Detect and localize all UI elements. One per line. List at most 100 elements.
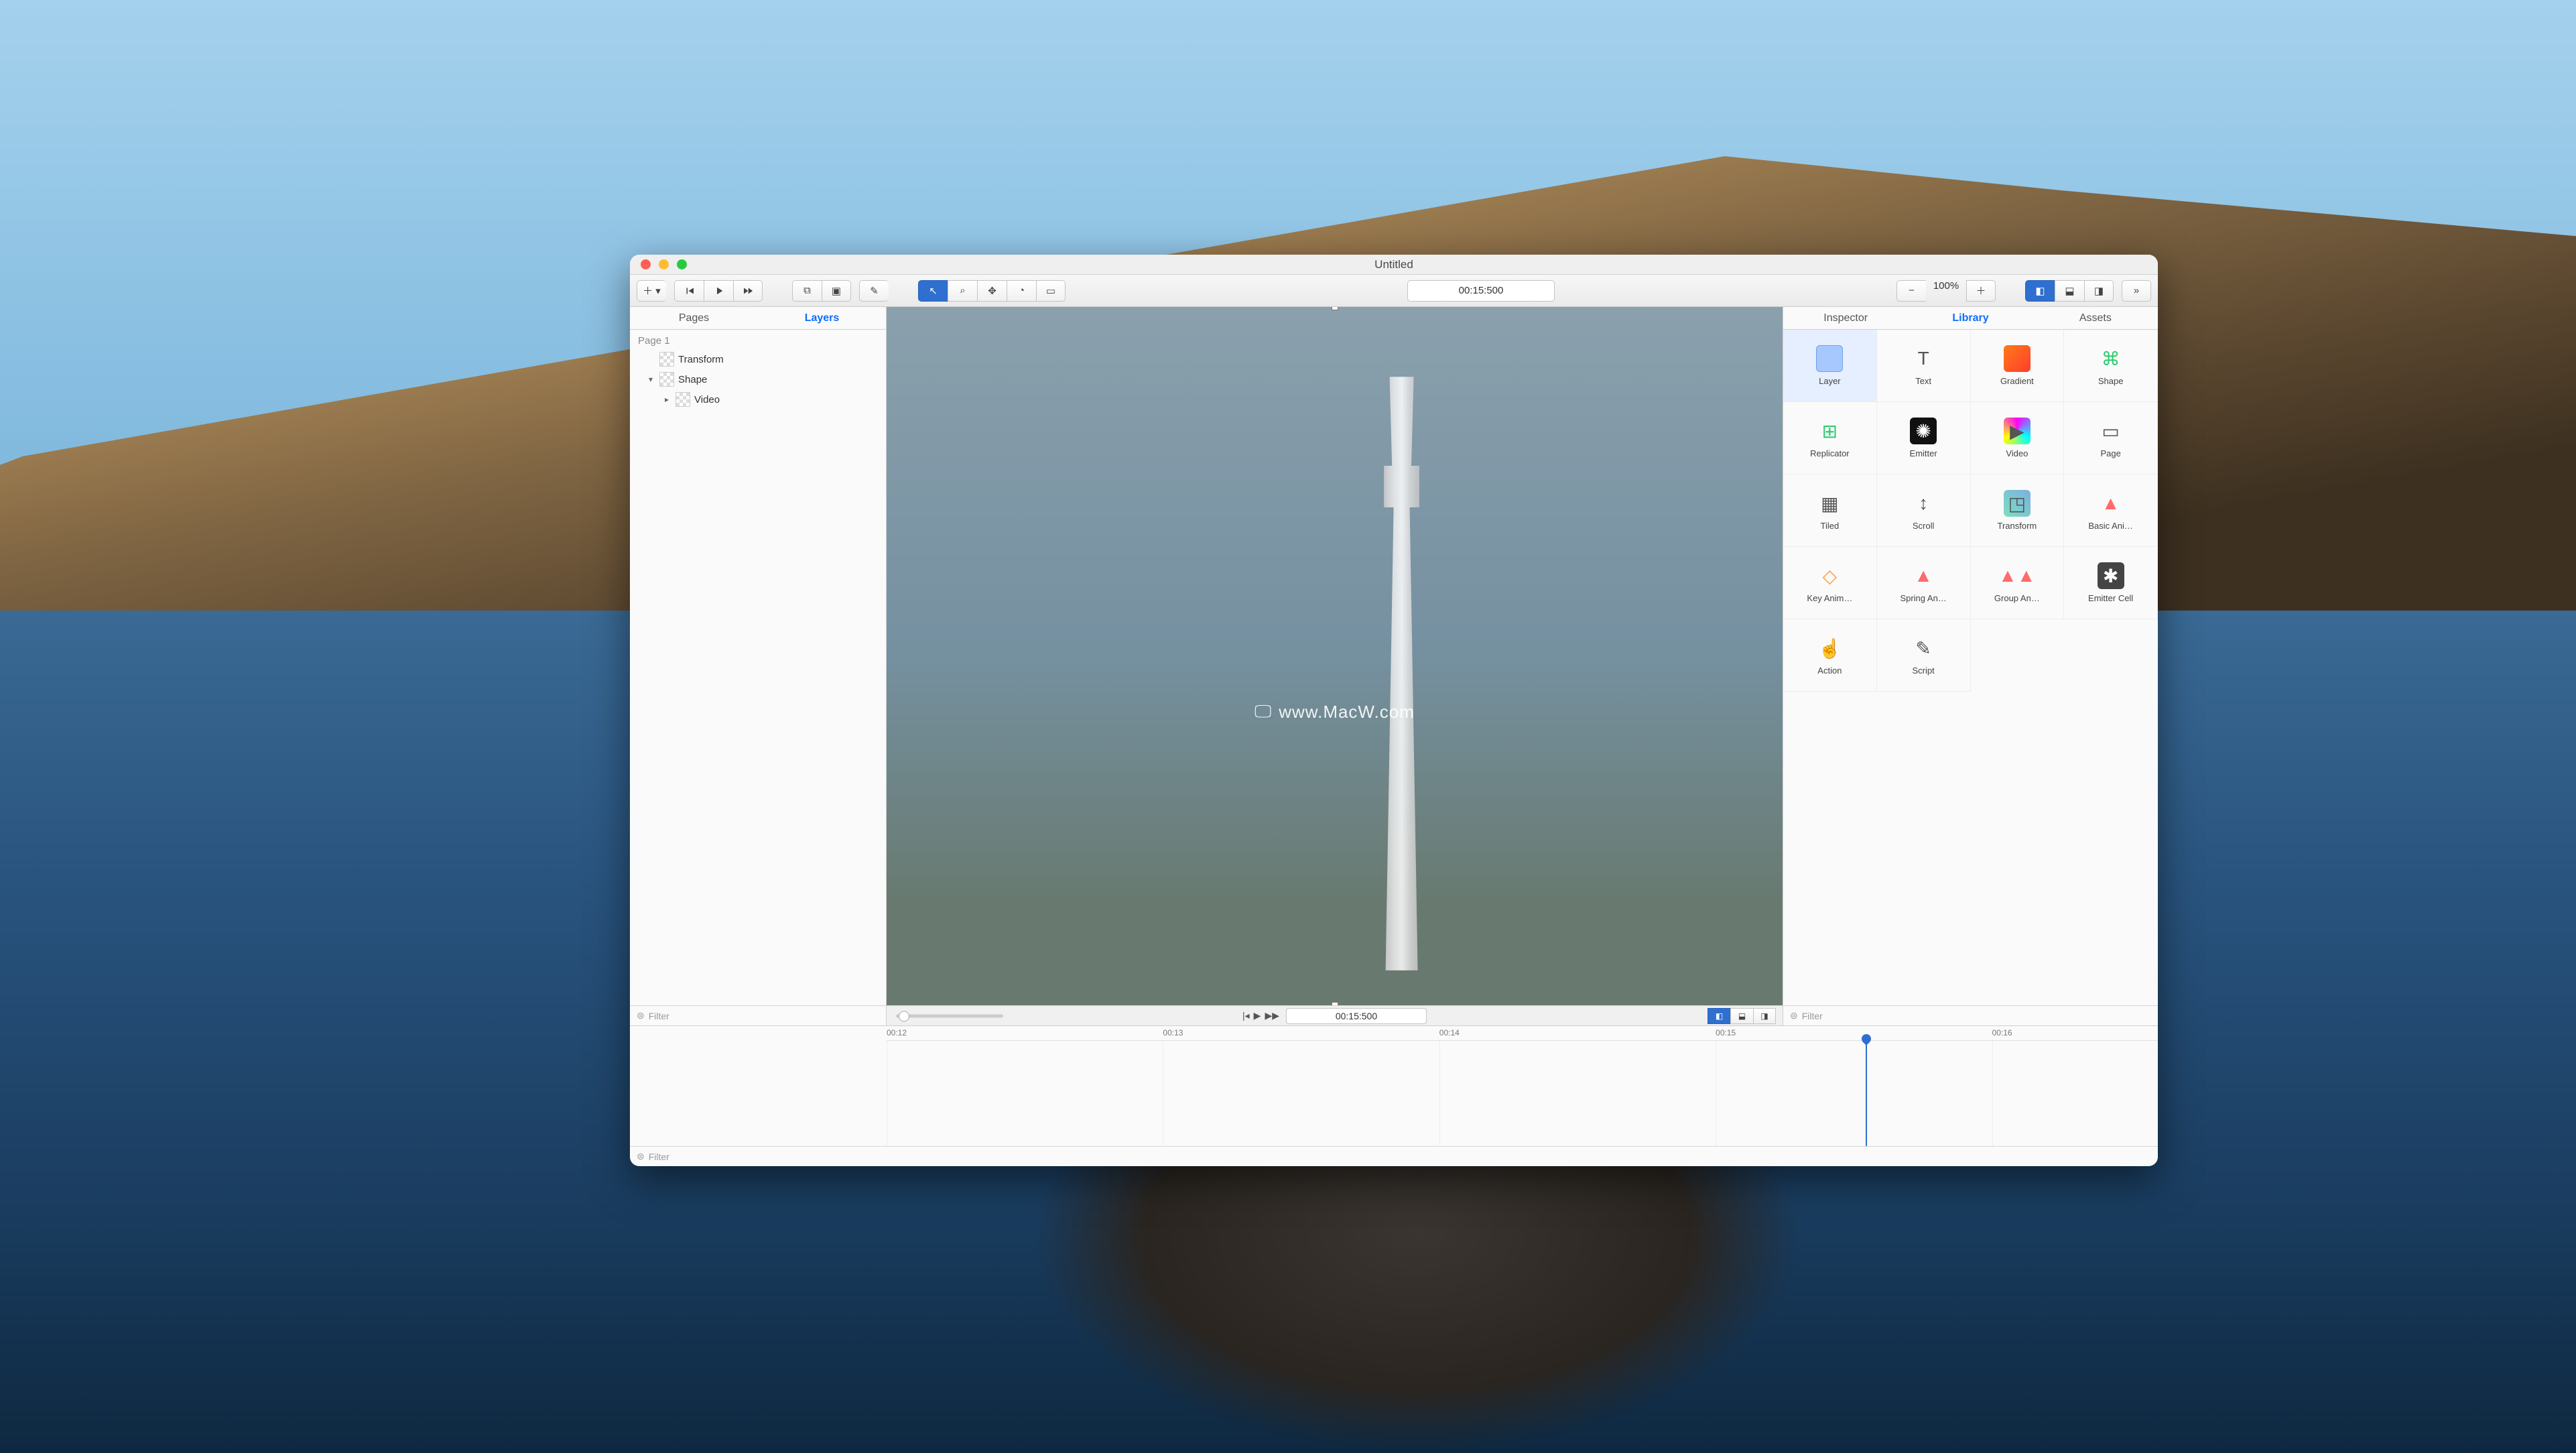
add-button[interactable]: ＋ ▾	[637, 280, 666, 302]
pan-tool-button[interactable]: ✥	[977, 280, 1007, 302]
disclosure-triangle-icon[interactable]: ▾	[649, 375, 659, 384]
library-grid: LayerTTextGradient⌘Shape ⊞Replicator✺Emit…	[1783, 330, 2158, 1005]
transport-buttons: |◂ ▶ ▶▶	[1242, 1010, 1279, 1021]
snapshot-button[interactable]: ⧉	[792, 280, 822, 302]
timeline-filter-bar[interactable]: ⊜ Filter	[630, 1146, 2158, 1166]
timeline-view-1-button[interactable]: ◧	[1708, 1008, 1730, 1024]
transport-go-start-button[interactable]: |◂	[1242, 1010, 1250, 1021]
edit-icon: ✎	[870, 285, 879, 297]
toggle-bottom-panel-button[interactable]: ⬓	[2055, 280, 2084, 302]
toggle-left-panel-button[interactable]: ◧	[2025, 280, 2055, 302]
library-item-icon: ▶	[2004, 418, 2031, 444]
zoom-tool-button[interactable]: ⌕	[948, 280, 977, 302]
canvas[interactable]: 🖵 www.MacW.com	[887, 307, 1783, 1005]
zoom-level-label: 100%	[1926, 280, 1966, 302]
timeline-tracks[interactable]	[887, 1041, 2158, 1146]
library-item-basic-ani[interactable]: ▲Basic Ani…	[2064, 475, 2158, 547]
selection-handle-top[interactable]	[1332, 307, 1338, 310]
tab-assets[interactable]: Assets	[2033, 307, 2158, 329]
watermark-text: www.MacW.com	[1279, 702, 1415, 722]
toggle-right-panel-button[interactable]: ◨	[2084, 280, 2114, 302]
library-item-group-an[interactable]: ▲▲Group An…	[1971, 547, 2065, 619]
library-item-icon: ◳	[2004, 490, 2031, 517]
library-item-label: Scroll	[1877, 521, 1970, 531]
time-tick: 00:15	[1716, 1028, 1736, 1037]
library-item-label: Key Anim…	[1783, 593, 1876, 603]
magnifier-icon: ⌕	[960, 285, 965, 296]
toolbar-overflow-button[interactable]: »	[2122, 280, 2151, 302]
crop-icon: ▭	[1046, 285, 1055, 297]
filter-icon: ⊜	[1790, 1010, 1798, 1021]
time-tick: 00:12	[887, 1028, 907, 1037]
canvas-watermark: 🖵 www.MacW.com	[1254, 701, 1415, 722]
transport-fast-forward-button[interactable]: ▶▶	[1265, 1010, 1279, 1021]
tab-library[interactable]: Library	[1908, 307, 2033, 329]
library-item-spring-an[interactable]: ▲Spring An…	[1877, 547, 1971, 619]
library-item-icon: T	[1910, 345, 1937, 372]
library-item-label: Script	[1877, 666, 1970, 676]
library-item-scroll[interactable]: ↕ Scroll	[1877, 475, 1971, 547]
minimize-window-button[interactable]	[659, 259, 669, 269]
edit-button[interactable]: ✎	[859, 280, 889, 302]
library-item-icon: ▦	[1816, 490, 1843, 517]
disclosure-triangle-icon[interactable]: ▸	[665, 395, 675, 404]
go-to-start-button[interactable]	[674, 280, 704, 302]
main-area: Pages Layers Page 1 Transform ▾ Shape ▸	[630, 307, 2158, 1025]
editor-window: Untitled ＋ ▾ ⧉ ▣ ✎ ↖ ⌕ ✥ ◔ ▭ 00:15:500 −	[630, 255, 2158, 1166]
canvas-tools-group: ↖ ⌕ ✥ ◔ ▭	[918, 280, 1066, 302]
library-item-action[interactable]: ☝Action	[1783, 619, 1877, 692]
library-item-icon: ↕	[1910, 490, 1937, 517]
tab-inspector[interactable]: Inspector	[1783, 307, 1908, 329]
library-item-transform[interactable]: ◳Transform	[1971, 475, 2065, 547]
toolbar: ＋ ▾ ⧉ ▣ ✎ ↖ ⌕ ✥ ◔ ▭ 00:15:500 − 100% ＋	[630, 275, 2158, 307]
left-filter-bar[interactable]: ⊜ Filter	[630, 1005, 886, 1025]
library-item-icon: ▭	[2098, 418, 2124, 444]
library-item-replicator[interactable]: ⊞Replicator	[1783, 402, 1877, 475]
left-sidebar-tabs: Pages Layers	[630, 307, 886, 330]
right-sidebar: Inspector Library Assets LayerTTextGradi…	[1783, 307, 2158, 1025]
layer-row[interactable]: ▾ Shape	[630, 369, 886, 389]
library-item-icon: ▲	[1910, 562, 1937, 589]
transport-time-display[interactable]: 00:15:500	[1286, 1008, 1427, 1024]
color-picker-button[interactable]: ◔	[1007, 280, 1036, 302]
timeline-view-2-button[interactable]: ⬓	[1730, 1008, 1753, 1024]
layer-row[interactable]: Transform	[630, 349, 886, 369]
transport-play-button[interactable]: ▶	[1254, 1010, 1261, 1021]
pointer-tool-button[interactable]: ↖	[918, 280, 948, 302]
library-item-icon: ☝	[1816, 635, 1843, 661]
zoom-in-button[interactable]: ＋	[1966, 280, 1996, 302]
library-item-text[interactable]: TText	[1877, 330, 1971, 402]
traffic-lights	[630, 259, 687, 269]
library-item-gradient[interactable]: Gradient	[1971, 330, 2065, 402]
dropper-icon: ◔	[1019, 285, 1025, 296]
tab-layers[interactable]: Layers	[758, 307, 886, 329]
playhead[interactable]	[1866, 1041, 1867, 1146]
layer-row[interactable]: ▸ Video	[630, 389, 886, 409]
library-item-layer[interactable]: Layer	[1783, 330, 1877, 402]
toolbar-time-display[interactable]: 00:15:500	[1407, 280, 1555, 302]
library-item-tiled[interactable]: ▦Tiled	[1783, 475, 1877, 547]
time-ruler[interactable]: 00:1200:1300:1400:1500:16	[887, 1026, 2158, 1041]
layer-thumb	[659, 352, 674, 367]
close-window-button[interactable]	[641, 259, 651, 269]
library-item-shape[interactable]: ⌘Shape	[2064, 330, 2158, 402]
library-item-label: Shape	[2064, 376, 2157, 386]
play-button[interactable]	[704, 280, 733, 302]
crop-tool-button[interactable]: ▭	[1036, 280, 1066, 302]
tab-pages[interactable]: Pages	[630, 307, 758, 329]
zoom-out-button[interactable]: −	[1896, 280, 1926, 302]
timeline-view-3-button[interactable]: ◨	[1753, 1008, 1776, 1024]
zoom-window-button[interactable]	[677, 259, 687, 269]
library-item-emitter[interactable]: ✺Emitter	[1877, 402, 1971, 475]
fast-forward-button[interactable]	[733, 280, 763, 302]
library-item-key-anim[interactable]: ◇Key Anim…	[1783, 547, 1877, 619]
library-item-video[interactable]: ▶Video	[1971, 402, 2065, 475]
record-button[interactable]: ▣	[822, 280, 851, 302]
library-item-page[interactable]: ▭Page	[2064, 402, 2158, 475]
scrub-slider[interactable]	[896, 1014, 1003, 1017]
library-item-emitter-cell[interactable]: ✱Emitter Cell	[2064, 547, 2158, 619]
right-filter-bar[interactable]: ⊜ Filter	[1783, 1005, 2158, 1025]
library-item-icon	[2004, 345, 2031, 372]
time-tick: 00:13	[1163, 1028, 1183, 1037]
library-item-script[interactable]: ✎Script	[1877, 619, 1971, 692]
